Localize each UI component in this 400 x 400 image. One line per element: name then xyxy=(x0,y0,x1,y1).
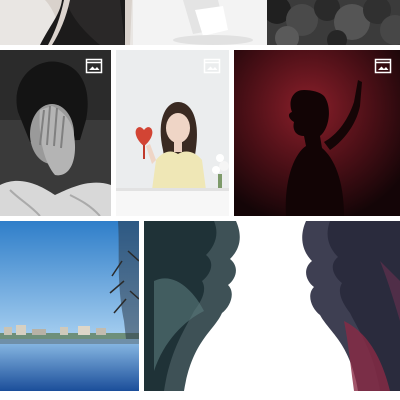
photo-tile-dark-forest[interactable] xyxy=(267,0,400,45)
photo-tile-smoke-faces[interactable] xyxy=(144,221,400,391)
photo-tile-bw-portrait-hand-eye[interactable] xyxy=(0,50,111,216)
photo-grid xyxy=(0,0,400,400)
photo-lake-skyline xyxy=(0,221,139,391)
photo-woman-red-heart xyxy=(116,50,229,216)
photo-tile-woman-red-heart[interactable] xyxy=(116,50,229,216)
photo-woman-black-top xyxy=(0,0,133,45)
photo-dark-forest xyxy=(267,0,400,45)
photo-bw-portrait-hand-eye xyxy=(0,50,111,216)
photo-white-product xyxy=(133,0,267,45)
photo-smoke-faces xyxy=(144,221,400,391)
photo-tile-white-product[interactable] xyxy=(133,0,267,45)
photo-red-silhouette xyxy=(234,50,400,216)
photo-tile-woman-black-top[interactable] xyxy=(0,0,133,45)
photo-tile-lake-skyline[interactable] xyxy=(0,221,139,391)
photo-tile-red-silhouette[interactable] xyxy=(234,50,400,216)
